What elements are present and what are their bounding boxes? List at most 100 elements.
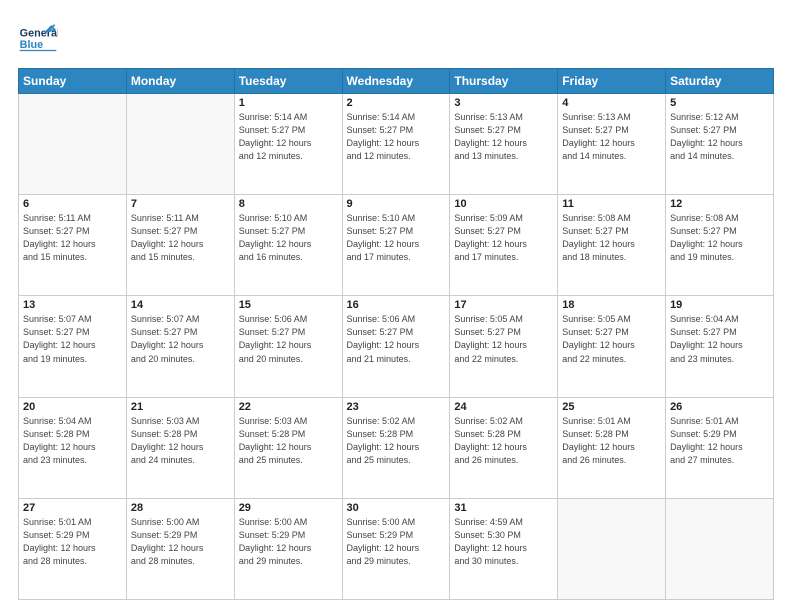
- calendar-cell: 28 Sunrise: 5:00 AM Sunset: 5:29 PM Dayli…: [126, 498, 234, 599]
- day-number: 30: [347, 502, 446, 514]
- calendar-cell: 7 Sunrise: 5:11 AM Sunset: 5:27 PM Daylig…: [126, 195, 234, 296]
- calendar-cell: 17Sunrise: 5:05 AM Sunset: 5:27 PM Dayli…: [450, 296, 558, 397]
- day-number: 18: [562, 299, 661, 311]
- calendar-cell: 3 Sunrise: 5:13 AM Sunset: 5:27 PM Daylig…: [450, 94, 558, 195]
- day-info: Sunrise: 5:01 AM Sunset: 5:28 PM Dayligh…: [562, 415, 661, 467]
- calendar-cell: 14Sunrise: 5:07 AM Sunset: 5:27 PM Dayli…: [126, 296, 234, 397]
- svg-text:Blue: Blue: [20, 39, 43, 51]
- day-number: 10: [454, 198, 553, 210]
- day-info: Sunrise: 5:14 AM Sunset: 5:27 PM Dayligh…: [239, 111, 338, 163]
- day-number: 24: [454, 401, 553, 413]
- weekday-header-saturday: Saturday: [666, 69, 774, 94]
- day-info: Sunrise: 5:10 AM Sunset: 5:27 PM Dayligh…: [239, 212, 338, 264]
- day-number: 21: [131, 401, 230, 413]
- weekday-header-thursday: Thursday: [450, 69, 558, 94]
- calendar-cell: 4 Sunrise: 5:13 AM Sunset: 5:27 PM Daylig…: [558, 94, 666, 195]
- calendar-cell: 30Sunrise: 5:00 AM Sunset: 5:29 PM Dayli…: [342, 498, 450, 599]
- calendar-cell: 26 Sunrise: 5:01 AM Sunset: 5:29 PM Dayli…: [666, 397, 774, 498]
- calendar-cell: 11Sunrise: 5:08 AM Sunset: 5:27 PM Dayli…: [558, 195, 666, 296]
- week-row-4: 20 Sunrise: 5:04 AM Sunset: 5:28 PM Dayli…: [19, 397, 774, 498]
- calendar-cell: 31 Sunrise: 4:59 AM Sunset: 5:30 PM Dayli…: [450, 498, 558, 599]
- day-info: Sunrise: 5:06 AM Sunset: 5:27 PM Dayligh…: [347, 313, 446, 365]
- day-number: 25: [562, 401, 661, 413]
- day-number: 31: [454, 502, 553, 514]
- day-number: 29: [239, 502, 338, 514]
- calendar-cell: [666, 498, 774, 599]
- calendar-cell: [558, 498, 666, 599]
- calendar-cell: 1 Sunrise: 5:14 AM Sunset: 5:27 PM Daylig…: [234, 94, 342, 195]
- day-number: 13: [23, 299, 122, 311]
- day-info: Sunrise: 5:04 AM Sunset: 5:28 PM Dayligh…: [23, 415, 122, 467]
- day-info: Sunrise: 5:11 AM Sunset: 5:27 PM Dayligh…: [131, 212, 230, 264]
- page: General Blue SundayMondayTuesdayWednesda…: [0, 0, 792, 612]
- day-info: Sunrise: 5:13 AM Sunset: 5:27 PM Dayligh…: [454, 111, 553, 163]
- calendar-cell: 8Sunrise: 5:10 AM Sunset: 5:27 PM Daylig…: [234, 195, 342, 296]
- week-row-2: 6 Sunrise: 5:11 AM Sunset: 5:27 PM Daylig…: [19, 195, 774, 296]
- week-row-5: 27 Sunrise: 5:01 AM Sunset: 5:29 PM Dayli…: [19, 498, 774, 599]
- calendar-cell: 12Sunrise: 5:08 AM Sunset: 5:27 PM Dayli…: [666, 195, 774, 296]
- calendar-cell: 16Sunrise: 5:06 AM Sunset: 5:27 PM Dayli…: [342, 296, 450, 397]
- day-info: Sunrise: 5:03 AM Sunset: 5:28 PM Dayligh…: [239, 415, 338, 467]
- weekday-header-wednesday: Wednesday: [342, 69, 450, 94]
- calendar-cell: 27 Sunrise: 5:01 AM Sunset: 5:29 PM Dayli…: [19, 498, 127, 599]
- day-info: Sunrise: 5:03 AM Sunset: 5:28 PM Dayligh…: [131, 415, 230, 467]
- generalblue-logo-icon: General Blue: [18, 18, 58, 58]
- day-info: Sunrise: 5:01 AM Sunset: 5:29 PM Dayligh…: [670, 415, 769, 467]
- logo: General Blue: [18, 18, 58, 58]
- day-number: 6: [23, 198, 122, 210]
- day-info: Sunrise: 5:13 AM Sunset: 5:27 PM Dayligh…: [562, 111, 661, 163]
- weekday-header-monday: Monday: [126, 69, 234, 94]
- day-number: 27: [23, 502, 122, 514]
- calendar-table: SundayMondayTuesdayWednesdayThursdayFrid…: [18, 68, 774, 600]
- header: General Blue: [18, 18, 774, 58]
- day-number: 3: [454, 97, 553, 109]
- day-info: Sunrise: 5:14 AM Sunset: 5:27 PM Dayligh…: [347, 111, 446, 163]
- calendar-cell: [19, 94, 127, 195]
- calendar-cell: 20 Sunrise: 5:04 AM Sunset: 5:28 PM Dayli…: [19, 397, 127, 498]
- calendar-cell: 25 Sunrise: 5:01 AM Sunset: 5:28 PM Dayli…: [558, 397, 666, 498]
- day-number: 5: [670, 97, 769, 109]
- calendar-cell: 15Sunrise: 5:06 AM Sunset: 5:27 PM Dayli…: [234, 296, 342, 397]
- weekday-header-sunday: Sunday: [19, 69, 127, 94]
- day-number: 1: [239, 97, 338, 109]
- day-info: Sunrise: 5:04 AM Sunset: 5:27 PM Dayligh…: [670, 313, 769, 365]
- day-info: Sunrise: 5:05 AM Sunset: 5:27 PM Dayligh…: [562, 313, 661, 365]
- calendar-cell: 2 Sunrise: 5:14 AM Sunset: 5:27 PM Daylig…: [342, 94, 450, 195]
- day-info: Sunrise: 5:07 AM Sunset: 5:27 PM Dayligh…: [23, 313, 122, 365]
- day-number: 7: [131, 198, 230, 210]
- calendar-cell: 23 Sunrise: 5:02 AM Sunset: 5:28 PM Dayli…: [342, 397, 450, 498]
- calendar-cell: 13 Sunrise: 5:07 AM Sunset: 5:27 PM Dayli…: [19, 296, 127, 397]
- day-info: Sunrise: 4:59 AM Sunset: 5:30 PM Dayligh…: [454, 516, 553, 568]
- calendar-cell: 24 Sunrise: 5:02 AM Sunset: 5:28 PM Dayli…: [450, 397, 558, 498]
- day-number: 26: [670, 401, 769, 413]
- day-number: 2: [347, 97, 446, 109]
- day-info: Sunrise: 5:00 AM Sunset: 5:29 PM Dayligh…: [131, 516, 230, 568]
- calendar-cell: 22 Sunrise: 5:03 AM Sunset: 5:28 PM Dayli…: [234, 397, 342, 498]
- day-number: 20: [23, 401, 122, 413]
- day-info: Sunrise: 5:02 AM Sunset: 5:28 PM Dayligh…: [347, 415, 446, 467]
- day-number: 14: [131, 299, 230, 311]
- day-number: 23: [347, 401, 446, 413]
- day-info: Sunrise: 5:12 AM Sunset: 5:27 PM Dayligh…: [670, 111, 769, 163]
- weekday-header-row: SundayMondayTuesdayWednesdayThursdayFrid…: [19, 69, 774, 94]
- calendar-cell: 18 Sunrise: 5:05 AM Sunset: 5:27 PM Dayli…: [558, 296, 666, 397]
- day-number: 9: [347, 198, 446, 210]
- day-number: 4: [562, 97, 661, 109]
- day-info: Sunrise: 5:10 AM Sunset: 5:27 PM Dayligh…: [347, 212, 446, 264]
- day-number: 11: [562, 198, 661, 210]
- day-info: Sunrise: 5:06 AM Sunset: 5:27 PM Dayligh…: [239, 313, 338, 365]
- weekday-header-friday: Friday: [558, 69, 666, 94]
- week-row-1: 1 Sunrise: 5:14 AM Sunset: 5:27 PM Daylig…: [19, 94, 774, 195]
- day-info: Sunrise: 5:00 AM Sunset: 5:29 PM Dayligh…: [239, 516, 338, 568]
- day-info: Sunrise: 5:02 AM Sunset: 5:28 PM Dayligh…: [454, 415, 553, 467]
- day-info: Sunrise: 5:05 AM Sunset: 5:27 PM Dayligh…: [454, 313, 553, 365]
- day-number: 28: [131, 502, 230, 514]
- calendar-cell: 10Sunrise: 5:09 AM Sunset: 5:27 PM Dayli…: [450, 195, 558, 296]
- day-number: 19: [670, 299, 769, 311]
- day-info: Sunrise: 5:11 AM Sunset: 5:27 PM Dayligh…: [23, 212, 122, 264]
- week-row-3: 13 Sunrise: 5:07 AM Sunset: 5:27 PM Dayli…: [19, 296, 774, 397]
- day-info: Sunrise: 5:01 AM Sunset: 5:29 PM Dayligh…: [23, 516, 122, 568]
- calendar-cell: [126, 94, 234, 195]
- day-number: 22: [239, 401, 338, 413]
- calendar-cell: 19 Sunrise: 5:04 AM Sunset: 5:27 PM Dayli…: [666, 296, 774, 397]
